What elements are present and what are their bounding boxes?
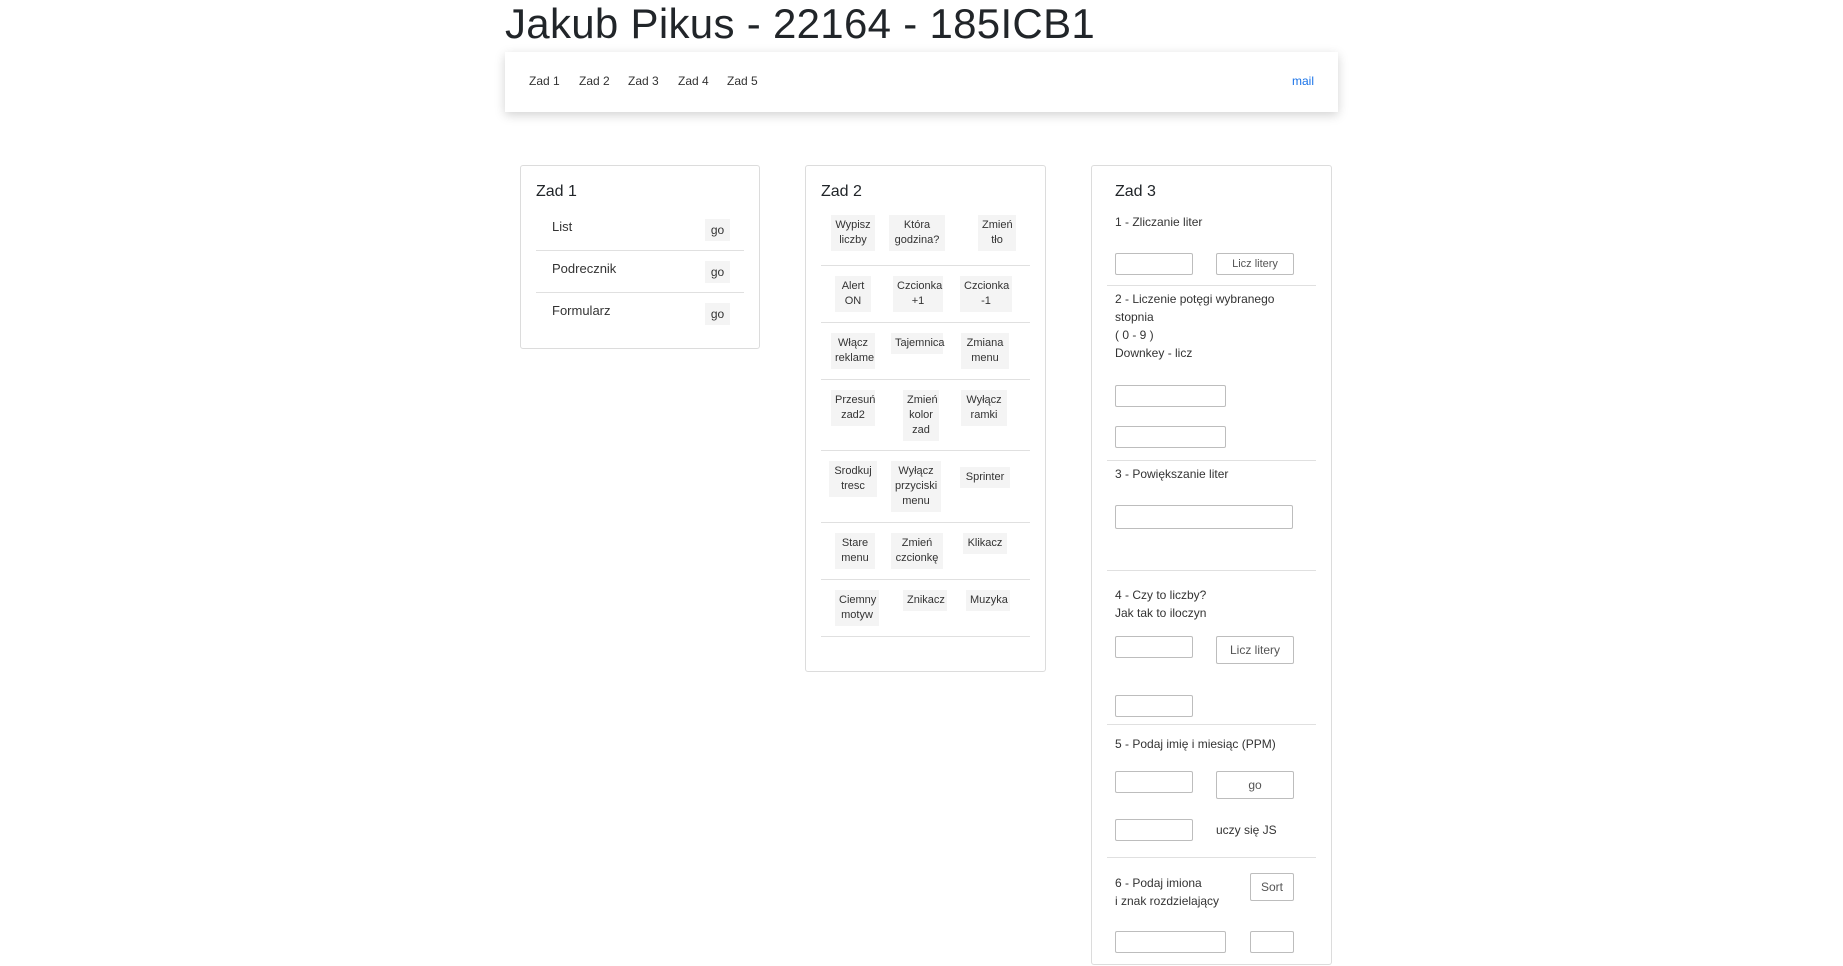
nav-item-zad4[interactable]: Zad 4 [678,74,709,88]
product-result-input[interactable] [1115,695,1193,717]
button-row: Stare menu Zmień czcionkę Klikacz [821,523,1030,580]
button-row: Srodkuj tresc Wyłącz przyciski menu Spri… [821,451,1030,523]
ktora-godzina-button[interactable]: Która godzina? [889,215,945,251]
separator-input[interactable] [1250,931,1294,953]
power-result-input[interactable] [1115,426,1226,448]
nav-item-zad5[interactable]: Zad 5 [727,74,758,88]
button-row: Wypisz liczby Która godzina? Zmień tło [821,209,1030,266]
licz-litery-button-2[interactable]: Licz litery [1216,636,1294,664]
task-label-line: 2 - Liczenie potęgi wybranego [1115,292,1275,306]
letters-count-input[interactable] [1115,253,1193,275]
nav-item-zad2[interactable]: Zad 2 [579,74,610,88]
task-section-2: 2 - Liczenie potęgi wybranego stopnia ( … [1107,286,1316,461]
card-zad3: Zad 3 1 - Zliczanie liter Licz litery 2 … [1091,165,1332,965]
task-section-5: 5 - Podaj imię i miesiąc (PPM) go uczy s… [1107,725,1316,858]
wylacz-ramki-button[interactable]: Wyłącz ramki [961,390,1007,426]
task-label-line: 6 - Podaj imiona [1115,876,1202,890]
name-month-input[interactable] [1115,771,1193,793]
przesun-zad2-button[interactable]: Przesuń zad2 [831,390,875,426]
task-section-3: 3 - Powiększanie liter [1107,461,1316,571]
list-item-label: Formularz [552,303,611,318]
page-title: Jakub Pikus - 22164 - 185ICB1 [505,0,1096,47]
formularz-go-button[interactable]: go [705,303,730,325]
names-input[interactable] [1115,931,1226,953]
task-label-line: i znak rozdzielający [1115,894,1220,908]
card-zad2: Zad 2 Wypisz liczby Która godzina? Zmień… [805,165,1046,672]
wlacz-reklame-button[interactable]: Włącz reklame [831,333,875,369]
button-row: Przesuń zad2 Zmień kolor zad Wyłącz ramk… [821,380,1030,451]
task-label-line: ( 0 - 9 ) [1115,328,1154,342]
button-row: Ciemny motyw Znikacz Muzyka [821,580,1030,637]
sprinter-button[interactable]: Sprinter [960,467,1010,488]
list-item: Formularz go [536,293,744,335]
enlarge-letters-input[interactable] [1115,505,1293,529]
list-go-button[interactable]: go [705,219,730,241]
nav-mail-link[interactable]: mail [1292,74,1314,88]
list-item-label: List [552,219,573,234]
tajemnica-button[interactable]: Tajemnica [891,333,945,354]
list-item: Podrecznik go [536,251,744,293]
card-zad1-title: Zad 1 [536,183,577,200]
stare-menu-button[interactable]: Stare menu [835,533,875,569]
znikacz-button[interactable]: Znikacz [903,590,947,611]
zmien-kolor-zad-button[interactable]: Zmień kolor zad [903,390,939,441]
muzyka-button[interactable]: Muzyka [966,590,1010,611]
zmien-czcionke-button[interactable]: Zmień czcionkę [891,533,943,569]
list-item: List go [536,209,744,251]
task-label: 3 - Powiększanie liter [1115,467,1229,481]
power-input[interactable] [1115,385,1226,407]
klikacz-button[interactable]: Klikacz [963,533,1007,554]
card-zad3-title: Zad 3 [1115,183,1156,200]
wylacz-przyciski-menu-button[interactable]: Wyłącz przyciski menu [891,461,941,512]
nav-item-zad1[interactable]: Zad 1 [529,74,560,88]
czcionka-plus-button[interactable]: Czcionka +1 [893,276,943,312]
wypisz-liczby-button[interactable]: Wypisz liczby [831,215,875,251]
top-navbar: Zad 1 Zad 2 Zad 3 Zad 4 Zad 5 mail [505,52,1338,112]
card-zad2-title: Zad 2 [821,183,862,200]
task-section-4: 4 - Czy to liczby? Jak tak to iloczyn Li… [1107,571,1316,725]
task-label: 1 - Zliczanie liter [1115,215,1203,229]
task-label: 5 - Podaj imię i miesiąc (PPM) [1115,737,1276,751]
zmiana-menu-button[interactable]: Zmiana menu [961,333,1009,369]
task-section-6: 6 - Podaj imiona i znak rozdzielający So… [1107,858,1316,966]
podrecznik-go-button[interactable]: go [705,261,730,283]
card-zad1: Zad 1 List go Podrecznik go Formularz go [520,165,760,349]
ciemny-motyw-button[interactable]: Ciemny motyw [835,590,879,626]
task-label-line: stopnia [1115,310,1154,324]
nav-item-zad3[interactable]: Zad 3 [628,74,659,88]
zmien-tlo-button[interactable]: Zmień tło [978,215,1016,251]
button-row: Alert ON Czcionka +1 Czcionka -1 [821,266,1030,323]
name-result-input[interactable] [1115,819,1193,841]
task-section-1: 1 - Zliczanie liter Licz litery [1107,209,1316,286]
result-text: uczy się JS [1216,823,1277,837]
go-button[interactable]: go [1216,771,1294,799]
srodkuj-tresc-button[interactable]: Srodkuj tresc [829,461,877,497]
licz-litery-button[interactable]: Licz litery [1216,253,1294,275]
list-item-label: Podrecznik [552,261,617,276]
task-label-line: Downkey - licz [1115,346,1193,360]
numbers-input[interactable] [1115,636,1193,658]
task-label-line: Jak tak to iloczyn [1115,606,1207,620]
alert-on-button[interactable]: Alert ON [835,276,871,312]
sort-button[interactable]: Sort [1250,873,1294,901]
czcionka-minus-button[interactable]: Czcionka -1 [960,276,1012,312]
button-row: Włącz reklame Tajemnica Zmiana menu [821,323,1030,380]
task-label-line: 4 - Czy to liczby? [1115,588,1207,602]
